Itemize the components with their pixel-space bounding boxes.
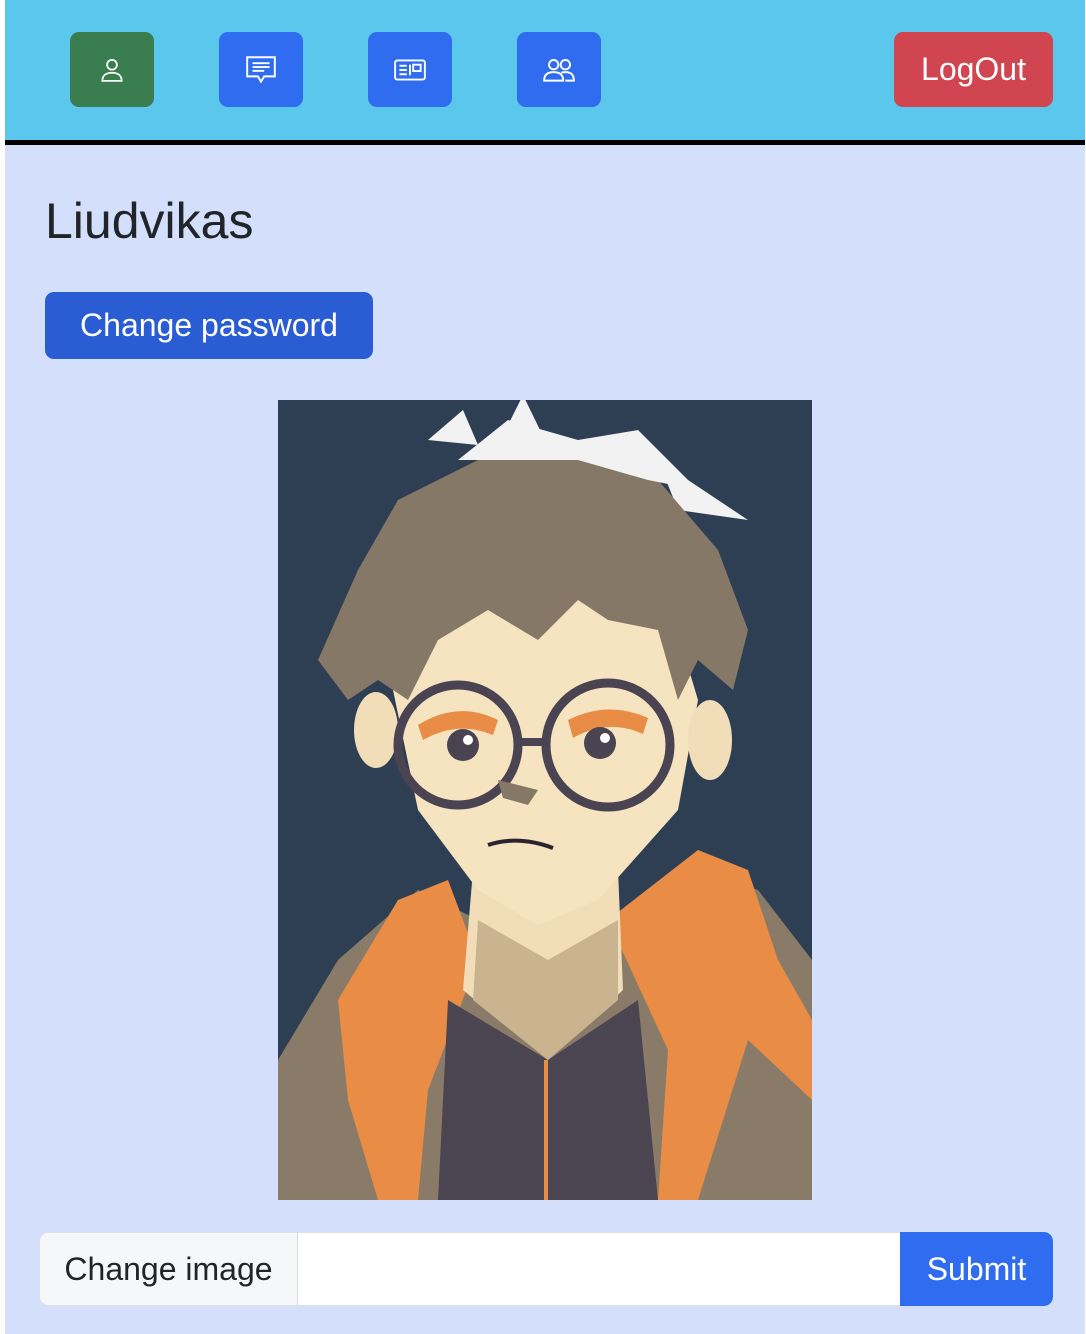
avatar-illustration [278, 400, 812, 1200]
change-password-button[interactable]: Change password [45, 292, 373, 359]
people-icon [543, 58, 575, 82]
nav-profile-button[interactable] [70, 32, 154, 107]
image-file-input[interactable] [298, 1232, 900, 1306]
change-image-label[interactable]: Change image [39, 1232, 298, 1306]
submit-button[interactable]: Submit [900, 1232, 1053, 1306]
nav-friends-button[interactable] [517, 32, 601, 107]
avatar [278, 400, 812, 1200]
app-frame: LogOut Liudvikas Change password Change … [5, 0, 1085, 1334]
top-navbar: LogOut [5, 0, 1085, 145]
newspaper-icon [394, 58, 426, 81]
person-icon [101, 58, 123, 82]
chat-icon [246, 55, 276, 84]
nav-posts-button[interactable] [368, 32, 452, 107]
nav-messages-button[interactable] [219, 32, 303, 107]
logout-button[interactable]: LogOut [894, 32, 1053, 107]
page-title: Liudvikas [45, 193, 254, 249]
image-upload-group: Change image Submit [39, 1232, 1053, 1306]
